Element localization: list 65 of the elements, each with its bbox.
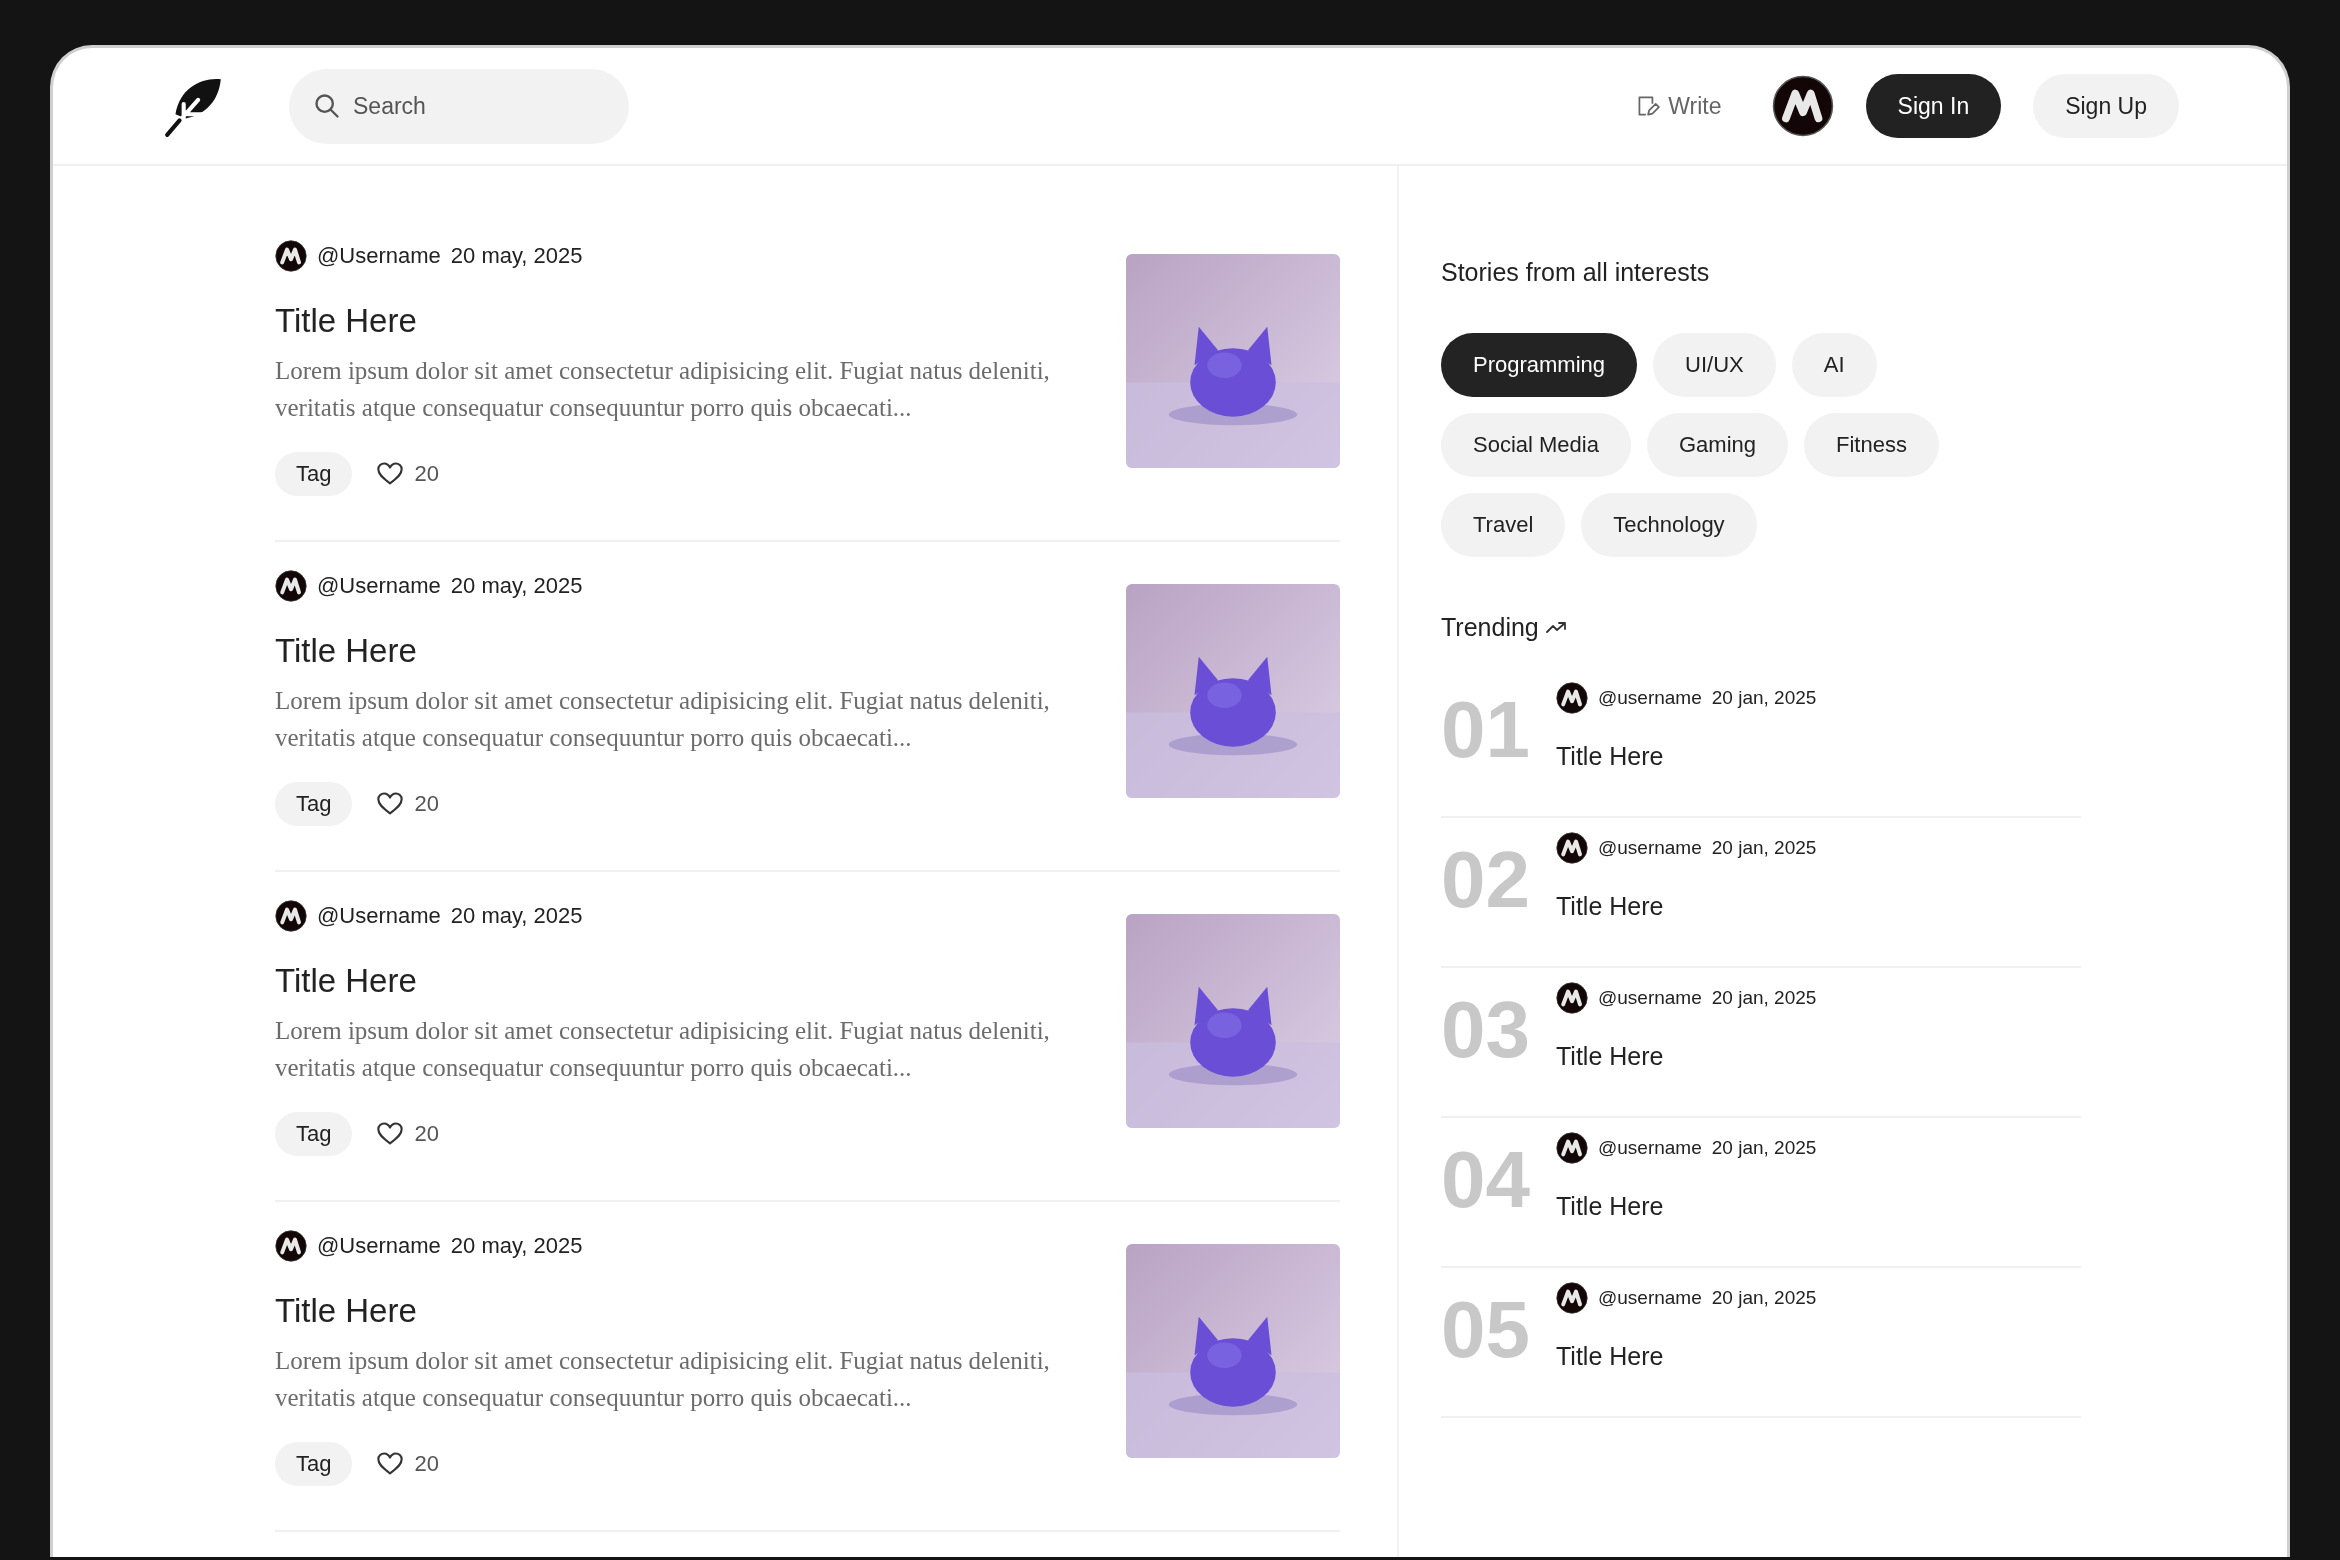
author-name[interactable]: @Username [317, 573, 441, 599]
avatar-icon [275, 900, 307, 932]
post-title[interactable]: Title Here [275, 962, 1055, 1000]
post-date: 20 jan, 2025 [1711, 987, 1817, 1009]
search-field[interactable]: Search [289, 68, 629, 144]
author-name[interactable]: @Username [317, 1233, 441, 1259]
trending-title[interactable]: Title Here [1556, 1342, 1817, 1371]
topic-chip[interactable]: Fitness [1804, 413, 1939, 477]
topic-chip[interactable]: Social Media [1441, 413, 1631, 477]
post-date: 20 may, 2025 [450, 243, 583, 269]
trending-title[interactable]: Title Here [1556, 892, 1817, 921]
post-excerpt: Lorem ipsum dolor sit amet consectetur adipisicing elit. Fugiat natus deleniti, veritatis atque consequatur consequuntur porro quis obcaecati... [275, 356, 1051, 423]
avatar-icon [275, 1230, 307, 1262]
author-name[interactable]: @username [1598, 1137, 1702, 1159]
post-title[interactable]: Title Here [275, 632, 1055, 670]
author-name[interactable]: @Username [317, 903, 441, 929]
avatar-icon [1556, 682, 1588, 714]
post-excerpt: Lorem ipsum dolor sit amet consectetur adipisicing elit. Fugiat natus deleniti, veritatis atque consequatur consequuntur porro quis obcaecati... [275, 1346, 1051, 1413]
avatar-icon [275, 240, 307, 272]
avatar-icon [1556, 1282, 1588, 1314]
topic-chip[interactable]: Programming [1441, 333, 1638, 397]
tag-chip[interactable]: Tag [275, 1112, 353, 1156]
trending-title[interactable]: Title Here [1556, 1192, 1817, 1221]
post-excerpt: Lorem ipsum dolor sit amet consectetur adipisicing elit. Fugiat natus deleniti, veritatis atque consequatur consequuntur porro quis obcaecati... [275, 686, 1051, 753]
post-date: 20 may, 2025 [450, 903, 583, 929]
post-date: 20 may, 2025 [450, 1233, 583, 1259]
avatar-icon [1556, 1132, 1588, 1164]
sign-in-button[interactable]: Sign In [1865, 74, 2002, 138]
author-name[interactable]: @username [1598, 687, 1702, 709]
tag-chip[interactable]: Tag [275, 782, 353, 826]
trending-title[interactable]: Title Here [1556, 742, 1817, 771]
post-date: 20 jan, 2025 [1711, 1137, 1817, 1159]
post-excerpt: Lorem ipsum dolor sit amet consectetur adipisicing elit. Fugiat natus deleniti, veritatis atque consequatur consequuntur porro quis obcaecati... [275, 1016, 1051, 1083]
tag-chip[interactable]: Tag [275, 452, 353, 496]
like-button[interactable]: 20 [376, 460, 439, 488]
write-link[interactable]: Write [1634, 92, 1722, 120]
avatar-icon [1556, 832, 1588, 864]
post-date: 20 jan, 2025 [1711, 1287, 1817, 1309]
trend-arrow-icon [1544, 619, 1569, 636]
topic-chip[interactable]: UI/UX [1653, 333, 1776, 397]
author-name[interactable]: @username [1598, 837, 1702, 859]
author-name[interactable]: @username [1598, 987, 1702, 1009]
like-button[interactable]: 20 [376, 790, 439, 818]
post-date: 20 may, 2025 [450, 573, 583, 599]
like-button[interactable]: 20 [376, 1450, 439, 1478]
post-title[interactable]: Title Here [275, 302, 1055, 340]
sign-up-button[interactable]: Sign Up [2033, 74, 2179, 138]
post-date: 20 jan, 2025 [1711, 687, 1817, 709]
avatar-icon [275, 570, 307, 602]
post-title[interactable]: Title Here [275, 1292, 1055, 1330]
section-heading: Trending [1441, 613, 1539, 642]
topic-chip[interactable]: Gaming [1646, 413, 1788, 477]
search-icon [313, 91, 341, 120]
like-button[interactable]: 20 [376, 1120, 439, 1148]
trending-title[interactable]: Title Here [1556, 1042, 1817, 1071]
author-name[interactable]: @Username [317, 243, 441, 269]
post-date: 20 jan, 2025 [1711, 837, 1817, 859]
tag-chip[interactable]: Tag [275, 1442, 353, 1486]
author-name[interactable]: @username [1598, 1287, 1702, 1309]
topic-chip[interactable]: Travel [1441, 493, 1566, 557]
avatar-icon [1556, 982, 1588, 1014]
topic-chip[interactable]: Technology [1581, 493, 1757, 557]
topic-chip[interactable]: AI [1791, 333, 1877, 397]
section-heading: Stories from all interests [1441, 258, 1711, 287]
profile-avatar[interactable] [1771, 75, 1834, 137]
